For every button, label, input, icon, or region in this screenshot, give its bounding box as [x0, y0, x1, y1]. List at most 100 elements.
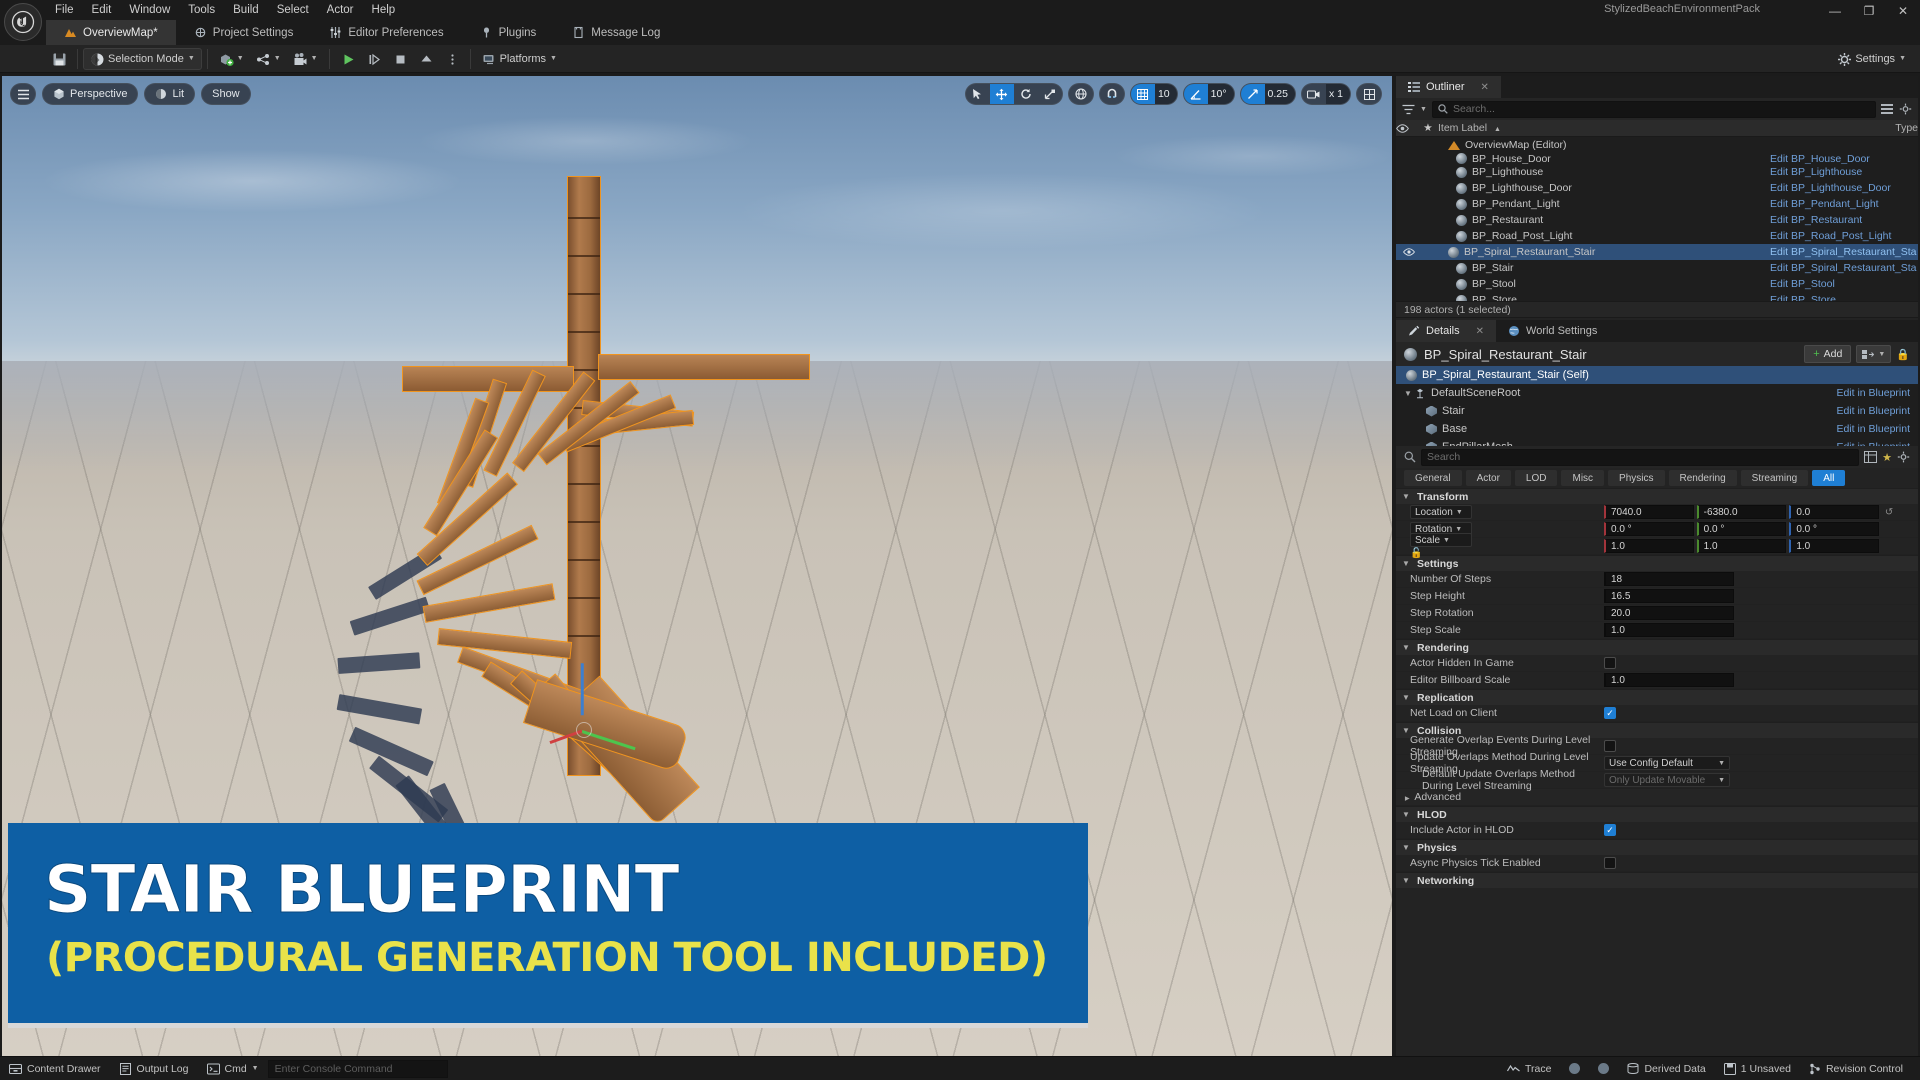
chip-lod[interactable]: LOD	[1514, 470, 1558, 486]
caret-right-icon[interactable]: ▼	[1403, 793, 1412, 803]
net-load-on-client-checkbox[interactable]: ✓	[1604, 707, 1616, 719]
close-icon[interactable]: ✕	[1476, 326, 1484, 337]
component-tree[interactable]: BP_Spiral_Restaurant_Stair (Self) ▼ Defa…	[1396, 366, 1918, 446]
menu-build[interactable]: Build	[224, 3, 268, 17]
viewport-perspective-button[interactable]: Perspective	[42, 83, 139, 105]
create-actor-button[interactable]: ▼	[213, 48, 250, 70]
component-row-self[interactable]: BP_Spiral_Restaurant_Stair (Self)	[1396, 366, 1918, 384]
save-button[interactable]	[46, 48, 72, 70]
async-physics-tick-checkbox[interactable]	[1604, 857, 1616, 869]
outliner-tree[interactable]: OverviewMap (Editor) BP_House_Door Edit …	[1396, 137, 1918, 301]
move-tool-button[interactable]	[989, 84, 1014, 104]
menu-tools[interactable]: Tools	[179, 3, 224, 17]
content-drawer-button[interactable]: Content Drawer	[0, 1059, 110, 1079]
table-row[interactable]: BP_Lighthouse_Door Edit BP_Lighthouse_Do…	[1396, 180, 1918, 196]
scale-snap-group[interactable]: 0.25	[1239, 83, 1296, 105]
caret-down-icon[interactable]: ▼	[1402, 492, 1412, 501]
scale-tool-button[interactable]	[1038, 84, 1062, 104]
rotate-tool-button[interactable]	[1014, 84, 1038, 104]
derived-data-button[interactable]: Derived Data	[1618, 1059, 1714, 1079]
edit-in-blueprint-link[interactable]: Edit in Blueprint	[1836, 405, 1918, 417]
section-rendering[interactable]: ▼ Rendering	[1396, 639, 1918, 655]
caret-down-icon[interactable]: ▼	[1402, 643, 1412, 652]
maximize-button[interactable]: ❐	[1852, 0, 1886, 22]
rotation-y-field[interactable]: 0.0 °	[1696, 522, 1787, 536]
outliner-root-row[interactable]: OverviewMap (Editor)	[1396, 137, 1918, 153]
outliner-col-label[interactable]: Item Label ▲	[1438, 122, 1895, 134]
edit-in-blueprint-link[interactable]: Edit in Blueprint	[1836, 441, 1918, 446]
table-row[interactable]: BP_Stool Edit BP_Stool	[1396, 276, 1918, 292]
actor-hidden-in-game-checkbox[interactable]	[1604, 657, 1616, 669]
section-physics[interactable]: ▼ Physics	[1396, 839, 1918, 855]
component-row[interactable]: ▼ DefaultSceneRoot Edit in Blueprint	[1396, 384, 1918, 402]
grid-snap-group[interactable]: 10	[1129, 83, 1178, 105]
revision-control-button[interactable]: Revision Control	[1800, 1059, 1912, 1079]
location-y-field[interactable]: -6380.0	[1696, 505, 1787, 519]
location-z-field[interactable]: 0.0	[1789, 505, 1880, 519]
outliner-search-input[interactable]: Search...	[1431, 100, 1876, 118]
tab-world-settings[interactable]: World Settings	[1496, 320, 1610, 342]
diagnostics-button[interactable]	[1589, 1059, 1618, 1079]
viewport-lit-button[interactable]: Lit	[144, 83, 196, 105]
location-x-field[interactable]: 7040.0	[1604, 505, 1694, 519]
spiral-stair-model[interactable]	[336, 166, 810, 873]
table-row[interactable]: BP_Store Edit BP_Store	[1396, 292, 1918, 301]
angle-snap-group[interactable]: 10°	[1182, 83, 1235, 105]
editor-settings-button[interactable]: Settings ▼	[1831, 48, 1912, 70]
blueprint-edit-button[interactable]: ▼	[1856, 345, 1892, 363]
unsaved-button[interactable]: 1 Unsaved	[1715, 1059, 1800, 1079]
update-overlaps-method-dropdown[interactable]: Use Config Default ▼	[1604, 756, 1730, 770]
chip-all[interactable]: All	[1812, 470, 1846, 486]
section-networking[interactable]: ▼ Networking	[1396, 872, 1918, 888]
table-row[interactable]: BP_Pendant_Light Edit BP_Pendant_Light	[1396, 196, 1918, 212]
outliner-settings-icon[interactable]	[1881, 103, 1894, 115]
step-height-field[interactable]: 16.5	[1604, 589, 1734, 603]
world-coordinate-button[interactable]	[1067, 83, 1094, 105]
angle-snap-value[interactable]: 10°	[1207, 84, 1234, 104]
select-tool-button[interactable]	[966, 84, 990, 104]
table-row[interactable]: BP_House_Door Edit BP_House_Door	[1396, 153, 1918, 164]
chip-streaming[interactable]: Streaming	[1740, 470, 1809, 486]
skip-button[interactable]	[361, 48, 387, 70]
caret-down-icon[interactable]: ▼	[1402, 693, 1412, 702]
scale-x-field[interactable]: 1.0	[1604, 539, 1694, 553]
tab-overviewmap[interactable]: OverviewMap*	[46, 20, 176, 45]
favorites-star-icon[interactable]: ★	[1882, 451, 1892, 464]
scale-y-field[interactable]: 1.0	[1696, 539, 1787, 553]
section-transform[interactable]: ▼ Transform	[1396, 488, 1918, 504]
pin-column-icon[interactable]: ★	[1418, 122, 1438, 134]
step-rotation-field[interactable]: 20.0	[1604, 606, 1734, 620]
reset-location-icon[interactable]: ↺	[1882, 507, 1896, 518]
camera-speed-value[interactable]: x 1	[1325, 84, 1350, 104]
table-row[interactable]: BP_Lighthouse Edit BP_Lighthouse	[1396, 164, 1918, 180]
tab-message-log[interactable]: Message Log	[554, 20, 678, 45]
tab-details[interactable]: Details ✕	[1396, 320, 1497, 342]
chip-general[interactable]: General	[1404, 470, 1462, 486]
table-row[interactable]: BP_Road_Post_Light Edit BP_Road_Post_Lig…	[1396, 228, 1918, 244]
details-layout-icon[interactable]	[1864, 451, 1878, 463]
transform-gizmo[interactable]	[549, 663, 654, 754]
rotation-z-field[interactable]: 0.0 °	[1789, 522, 1880, 536]
selection-mode-button[interactable]: Selection Mode ▼	[83, 47, 202, 70]
viewport-options-menu[interactable]	[10, 83, 36, 105]
section-hlod[interactable]: ▼ HLOD	[1396, 806, 1918, 822]
cmd-selector[interactable]: Cmd ▼	[198, 1059, 268, 1079]
caret-down-icon[interactable]: ▼	[1402, 810, 1412, 819]
editor-billboard-scale-field[interactable]: 1.0	[1604, 673, 1734, 687]
table-row[interactable]: BP_Restaurant Edit BP_Restaurant	[1396, 212, 1918, 228]
minimize-button[interactable]: —	[1818, 0, 1852, 22]
viewport-show-button[interactable]: Show	[201, 83, 251, 105]
unreal-logo-icon[interactable]	[4, 3, 42, 41]
step-scale-field[interactable]: 1.0	[1604, 623, 1734, 637]
component-row[interactable]: Stair Edit in Blueprint	[1396, 402, 1918, 420]
close-icon[interactable]: ✕	[1481, 82, 1489, 93]
generate-overlap-events-checkbox[interactable]	[1604, 740, 1616, 752]
add-component-button[interactable]: + Add	[1804, 345, 1852, 363]
surface-snap-button[interactable]	[1098, 83, 1125, 105]
component-row[interactable]: EndPillarMesh Edit in Blueprint	[1396, 438, 1918, 446]
scale-z-field[interactable]: 1.0	[1789, 539, 1880, 553]
menu-window[interactable]: Window	[120, 3, 179, 17]
details-options-icon[interactable]	[1897, 451, 1910, 463]
tab-outliner[interactable]: Outliner ✕	[1396, 76, 1501, 98]
outliner-col-type[interactable]: Type	[1895, 122, 1918, 134]
